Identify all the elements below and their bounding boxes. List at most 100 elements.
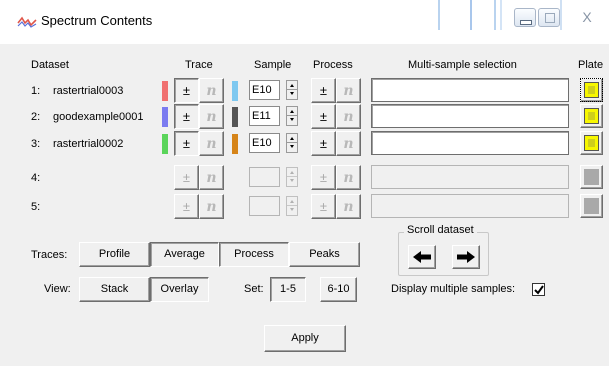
minimize-button[interactable] xyxy=(514,8,536,27)
view-stack-button[interactable]: Stack xyxy=(79,277,150,302)
row-index: 2: xyxy=(31,111,41,123)
spin-down-icon[interactable] xyxy=(287,116,297,125)
process-n-button[interactable]: n xyxy=(336,165,361,190)
header-process: Process xyxy=(313,59,353,71)
header-multi-sample: Multi-sample selection xyxy=(408,59,517,71)
set-label: Set: xyxy=(244,283,264,295)
trace-toggle-button[interactable]: ± xyxy=(174,78,199,103)
plate-icon xyxy=(584,135,599,151)
process-n-button[interactable]: n xyxy=(336,131,361,156)
spin-up-icon[interactable] xyxy=(287,107,297,116)
sample-input[interactable] xyxy=(249,196,280,216)
set-1-5-button[interactable]: 1-5 xyxy=(270,277,306,302)
arrow-right-icon xyxy=(457,251,475,263)
multi-sample-field xyxy=(371,194,569,218)
spin-up-icon[interactable] xyxy=(287,134,297,143)
trace-toggle-button[interactable]: ± xyxy=(174,131,199,156)
background-streak xyxy=(494,0,496,30)
apply-button[interactable]: Apply xyxy=(264,325,346,352)
process-toggle-button[interactable]: ± xyxy=(311,131,336,156)
plate-icon xyxy=(584,198,599,214)
header-plate: Plate xyxy=(578,59,604,71)
view-label: View: xyxy=(44,283,71,295)
trace-color-swatch xyxy=(162,134,168,154)
trace-n-button[interactable]: n xyxy=(199,104,224,129)
sample-spinner[interactable] xyxy=(286,167,298,187)
checkmark-icon xyxy=(534,285,544,295)
set-6-10-button[interactable]: 6-10 xyxy=(320,277,357,302)
trace-process-button[interactable]: Process xyxy=(219,242,289,267)
process-toggle-button[interactable]: ± xyxy=(311,194,336,219)
display-multiple-checkbox[interactable] xyxy=(532,283,545,296)
trace-n-button[interactable]: n xyxy=(199,78,224,103)
trace-color-swatch xyxy=(162,107,168,127)
sample-spinner[interactable] xyxy=(286,80,298,100)
header-sample: Sample xyxy=(254,59,292,71)
process-n-button[interactable]: n xyxy=(336,194,361,219)
spectrum-app-icon xyxy=(17,14,37,28)
dataset-name: rastertrial0002 xyxy=(53,138,124,150)
sample-spinner[interactable] xyxy=(286,133,298,153)
background-streak xyxy=(560,0,562,30)
scroll-left-button[interactable] xyxy=(408,245,436,269)
plate-button[interactable] xyxy=(580,78,603,102)
background-streak xyxy=(500,0,502,30)
view-overlay-button[interactable]: Overlay xyxy=(150,277,209,302)
sample-input[interactable]: E10 xyxy=(249,133,280,153)
traces-label: Traces: xyxy=(31,249,68,261)
trace-profile-button[interactable]: Profile xyxy=(79,242,150,267)
multi-sample-field[interactable] xyxy=(371,131,569,155)
sample-color-swatch xyxy=(232,107,238,127)
spin-down-icon[interactable] xyxy=(287,90,297,99)
window-title: Spectrum Contents xyxy=(41,13,153,28)
trace-n-button[interactable]: n xyxy=(199,194,224,219)
row-index: 1: xyxy=(31,85,41,97)
maximize-button[interactable] xyxy=(538,8,560,27)
spin-down-icon[interactable] xyxy=(287,206,297,215)
sample-color-swatch xyxy=(232,134,238,154)
trace-n-button[interactable]: n xyxy=(199,131,224,156)
plate-button[interactable] xyxy=(580,165,603,189)
sample-spinner[interactable] xyxy=(286,196,298,216)
row-index: 4: xyxy=(31,172,41,184)
plate-icon xyxy=(584,82,599,98)
process-toggle-button[interactable]: ± xyxy=(311,78,336,103)
scroll-right-button[interactable] xyxy=(452,245,480,269)
multi-sample-field[interactable] xyxy=(371,78,569,102)
header-trace: Trace xyxy=(185,59,213,71)
trace-toggle-button[interactable]: ± xyxy=(174,165,199,190)
sample-input[interactable] xyxy=(249,167,280,187)
sample-spinner[interactable] xyxy=(286,106,298,126)
plate-button[interactable] xyxy=(580,194,603,218)
trace-toggle-button[interactable]: ± xyxy=(174,104,199,129)
plate-button[interactable] xyxy=(580,104,603,128)
background-streak xyxy=(470,0,472,30)
spin-up-icon[interactable] xyxy=(287,81,297,90)
trace-peaks-button[interactable]: Peaks xyxy=(289,242,360,267)
multi-sample-field[interactable] xyxy=(371,104,569,128)
sample-input[interactable]: E10 xyxy=(249,80,280,100)
close-button[interactable]: X xyxy=(576,8,598,27)
spin-up-icon[interactable] xyxy=(287,197,297,206)
spectrum-contents-window: Spectrum Contents X Dataset Trace Sample… xyxy=(0,0,609,376)
background-streak xyxy=(438,0,440,30)
spin-up-icon[interactable] xyxy=(287,168,297,177)
process-n-button[interactable]: n xyxy=(336,104,361,129)
title-bar: Spectrum Contents X xyxy=(0,0,609,44)
scroll-dataset-label: Scroll dataset xyxy=(404,224,477,236)
trace-color-swatch xyxy=(162,81,168,101)
trace-toggle-button[interactable]: ± xyxy=(174,194,199,219)
display-multiple-label: Display multiple samples: xyxy=(391,283,516,295)
process-toggle-button[interactable]: ± xyxy=(311,104,336,129)
process-toggle-button[interactable]: ± xyxy=(311,165,336,190)
plate-icon xyxy=(584,108,599,124)
spin-down-icon[interactable] xyxy=(287,177,297,186)
sample-input[interactable]: E11 xyxy=(249,106,280,126)
trace-n-button[interactable]: n xyxy=(199,165,224,190)
row-index: 5: xyxy=(31,201,41,213)
spin-down-icon[interactable] xyxy=(287,143,297,152)
process-n-button[interactable]: n xyxy=(336,78,361,103)
arrow-left-icon xyxy=(413,251,431,263)
plate-button[interactable] xyxy=(580,131,603,155)
trace-average-button[interactable]: Average xyxy=(150,242,219,267)
